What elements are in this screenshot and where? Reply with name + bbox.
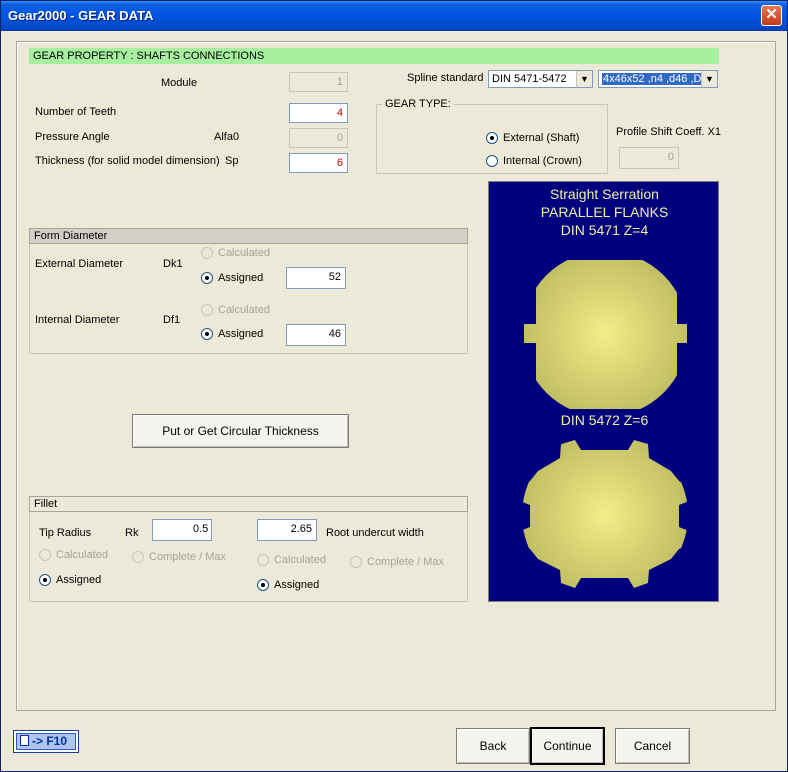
spline-standard-label: Spline standard (407, 72, 484, 84)
form-diameter-title: Form Diameter (29, 228, 468, 244)
tip-assigned-radio[interactable] (39, 574, 51, 586)
df1-calculated-radio (201, 304, 213, 316)
sp-symbol: Sp (225, 155, 239, 167)
section-header: GEAR PROPERTY : SHAFTS CONNECTIONS (29, 48, 719, 64)
circular-thickness-button[interactable]: Put or Get Circular Thickness (132, 414, 349, 448)
gear-type-label: GEAR TYPE: (382, 98, 454, 110)
module-field: 1 (289, 72, 348, 92)
df1-calculated-label: Calculated (218, 304, 270, 316)
pressure-angle-label: Pressure Angle (35, 131, 110, 143)
tip-calculated-radio (39, 549, 51, 561)
internal-crown-radio[interactable] (486, 155, 498, 167)
df1-assigned-label: Assigned (218, 328, 264, 340)
profile-shift-field: 0 (619, 147, 679, 169)
tip-calculated-label: Calculated (56, 549, 108, 561)
chevron-down-icon[interactable]: ▼ (576, 71, 592, 87)
calculator-button[interactable]: -> F10 (13, 730, 79, 753)
tip-complete-label: Complete / Max (149, 551, 227, 563)
external-shaft-radio[interactable] (486, 132, 498, 144)
cancel-button[interactable]: Cancel (615, 728, 690, 764)
df1-field[interactable]: 46 (286, 324, 346, 346)
tip-complete-radio (132, 551, 144, 563)
rk-symbol: Rk (125, 527, 139, 539)
profile-shift-label: Profile Shift Coeff. X1 (616, 126, 721, 138)
gear-data-window: Gear2000 - GEAR DATA ✕ GEAR PROPERTY : S… (0, 0, 788, 772)
title-bar: Gear2000 - GEAR DATA ✕ (1, 1, 787, 31)
window-title: Gear2000 - GEAR DATA (8, 8, 154, 23)
close-button[interactable]: ✕ (761, 5, 782, 26)
tip-assigned-label: Assigned (56, 574, 102, 586)
dk1-symbol: Dk1 (163, 258, 183, 270)
dk1-calculated-radio (201, 247, 213, 259)
dk1-assigned-label: Assigned (218, 272, 264, 284)
root-undercut-label: Root undercut width (326, 527, 424, 539)
gear-z4-shape (524, 251, 687, 417)
teeth-label: Number of Teeth (35, 106, 117, 118)
chevron-down-icon[interactable]: ▼ (701, 71, 717, 87)
pressure-angle-field: 0 (289, 128, 348, 148)
teeth-field[interactable]: 4 (289, 103, 348, 123)
root-complete-label: Complete / Max (367, 556, 445, 568)
thickness-field[interactable]: 6 (289, 153, 348, 173)
gear-z6-shape (522, 440, 688, 588)
root-calculated-radio (257, 554, 269, 566)
thickness-label: Thickness (for solid model dimension) (35, 155, 220, 167)
tip-radius-label: Tip Radius (39, 527, 92, 539)
continue-button[interactable]: Continue (530, 727, 605, 765)
external-diameter-label: External Diameter (35, 258, 124, 270)
calculator-icon (20, 735, 29, 746)
spline-size-select[interactable]: 4x46x52 ,n4 ,d46 ,D5 ▼ (598, 70, 718, 88)
external-shaft-label: External (Shaft) (503, 132, 580, 144)
root-complete-radio (350, 556, 362, 568)
spline-standard-value: DIN 5471-5472 (492, 73, 567, 85)
gear-drawing (522, 251, 688, 588)
dk1-assigned-radio[interactable] (201, 272, 213, 284)
df1-assigned-radio[interactable] (201, 328, 213, 340)
dk1-field[interactable]: 52 (286, 267, 346, 289)
internal-crown-label: Internal (Crown) (503, 155, 582, 167)
spline-standard-select[interactable]: DIN 5471-5472 ▼ (488, 70, 593, 88)
rk-field[interactable]: 0.5 (152, 519, 212, 541)
root-calculated-label: Calculated (274, 554, 326, 566)
module-label: Module (161, 77, 198, 89)
root-assigned-radio[interactable] (257, 579, 269, 591)
calculator-button-inner: -> F10 (16, 733, 76, 750)
gear-preview-panel: Straight Serration PARALLEL FLANKS DIN 5… (488, 181, 719, 602)
calc-shortcut-label: -> F10 (32, 734, 68, 748)
back-button[interactable]: Back (456, 728, 530, 764)
root-undercut-field[interactable]: 2.65 (257, 519, 317, 541)
root-assigned-label: Assigned (274, 579, 320, 591)
fillet-title: Fillet (29, 496, 468, 512)
alfa0-symbol: Alfa0 (214, 131, 240, 143)
internal-diameter-label: Internal Diameter (35, 314, 120, 326)
df1-symbol: Df1 (163, 314, 181, 326)
dk1-calculated-label: Calculated (218, 247, 270, 259)
spline-size-value: 4x46x52 ,n4 ,d46 ,D5 (602, 73, 709, 85)
